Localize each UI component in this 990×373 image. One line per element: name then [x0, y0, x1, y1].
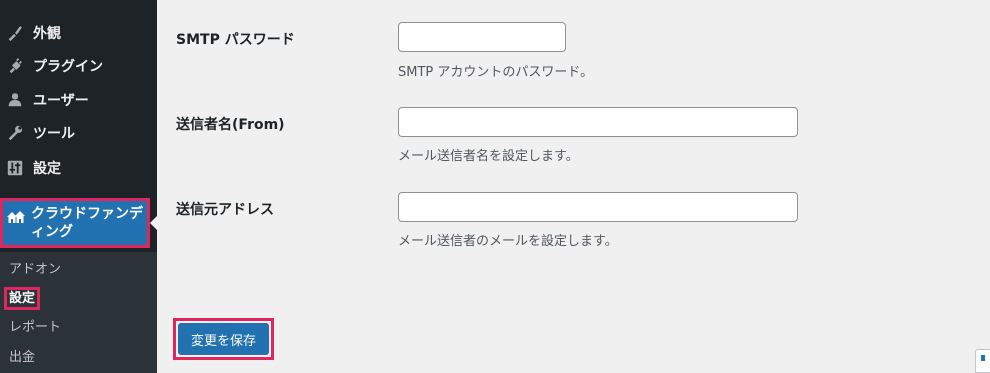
save-changes-button[interactable]: 変更を保存 — [178, 323, 269, 355]
sender-address-description: メール送信者のメールを設定します。 — [398, 234, 618, 249]
users-icon — [5, 90, 25, 110]
sidebar-item-label: 設定 — [33, 161, 61, 177]
crowdfunding-houses-icon — [6, 207, 26, 227]
sender-name-label: 送信者名(From) — [176, 117, 285, 133]
sidebar-item-tools[interactable]: ツール — [0, 117, 157, 149]
current-menu-arrow — [150, 216, 157, 230]
smtp-password-description: SMTP アカウントのパスワード。 — [398, 65, 594, 80]
plugins-icon — [5, 56, 25, 76]
sidebar-item-users[interactable]: ユーザー — [0, 84, 157, 116]
sidebar-item-settings[interactable]: 設定 — [0, 152, 157, 184]
sidebar-item-appearance[interactable]: 外観 — [0, 17, 157, 49]
corner-tab-widget[interactable] — [975, 349, 990, 373]
tools-wrench-icon — [5, 123, 25, 143]
smtp-password-label: SMTP パスワード — [176, 32, 295, 48]
sidebar-item-crowdfunding[interactable]: クラウドファンディング — [0, 198, 150, 248]
sidebar-item-plugins[interactable]: プラグイン — [0, 50, 157, 82]
submenu-settings-highlight — [4, 287, 40, 310]
sidebar-item-label: ツール — [33, 126, 75, 142]
sidebar-item-label: クラウドファンディング — [31, 206, 143, 240]
sidebar-item-label: ユーザー — [33, 93, 89, 109]
smtp-password-input[interactable] — [398, 22, 566, 52]
sidebar-item-label: 外観 — [33, 26, 61, 42]
sender-name-description: メール送信者名を設定します。 — [398, 149, 579, 164]
sidebar-item-label: プラグイン — [33, 59, 103, 75]
appearance-brush-icon — [5, 23, 25, 43]
submenu-item-withdrawal[interactable]: 出金 — [9, 349, 35, 367]
settings-sliders-icon — [5, 158, 25, 178]
sender-name-input[interactable] — [398, 107, 798, 137]
sender-address-input[interactable] — [398, 192, 798, 222]
submenu-item-addons[interactable]: アドオン — [9, 261, 61, 279]
submenu-item-reports[interactable]: レポート — [9, 319, 61, 337]
sender-address-label: 送信元アドレス — [176, 202, 274, 218]
